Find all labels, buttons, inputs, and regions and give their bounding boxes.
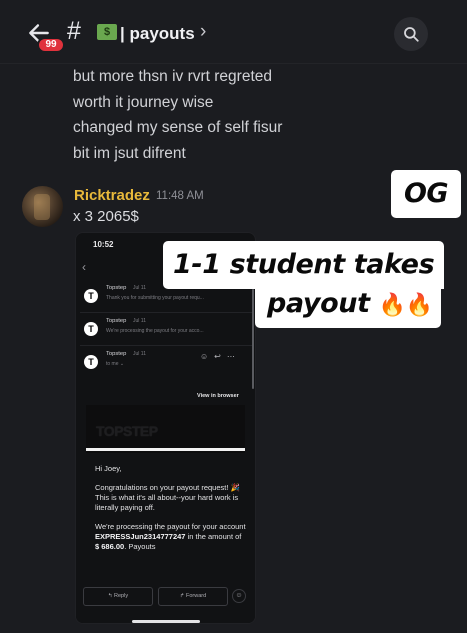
email-snippet: to me ⌄	[106, 361, 125, 367]
email-snippet: Thank you for submitting your payout req…	[106, 295, 204, 301]
fire-emoji-icon: 🔥🔥	[378, 293, 433, 318]
emoji-icon: ☺	[232, 589, 246, 603]
payout-amount: $ 686.00	[95, 541, 125, 551]
email-banner: TOPSTEP	[86, 405, 245, 453]
reply-button: ↰ Reply	[83, 587, 153, 606]
caption-line-2: payout 🔥🔥	[255, 283, 441, 328]
message-line: but more thsn iv rvrt regreted	[73, 68, 272, 85]
caption-line-1: 1-1 student takes	[163, 241, 445, 289]
message-line: changed my sense of self fisur	[73, 119, 283, 137]
reply-icon: ↰	[107, 593, 113, 599]
email-row: T Topstep Jul 11 to me ⌄ ☺↩⋯	[80, 349, 252, 379]
topstep-logo-icon: T	[84, 322, 98, 336]
email-text: We're processing the payout for your acc…	[95, 522, 246, 532]
unread-badge: 99	[37, 37, 65, 53]
phone-back-icon: ‹	[82, 260, 86, 274]
forward-button: ↱ Forward	[158, 587, 228, 606]
email-row: T Topstep Jul 11 We're processing the pa…	[80, 316, 252, 346]
email-sender: Topstep	[106, 285, 127, 291]
view-in-browser-link: View in browser	[197, 393, 239, 399]
avatar[interactable]	[22, 186, 63, 227]
header-divider	[0, 63, 467, 64]
previous-message-lines: but more thsn iv rvrt regreted worth it …	[73, 68, 282, 171]
email-body: Hi Joey, Congratulations on your payout …	[95, 464, 247, 561]
channel-header: 99 # $ | payouts ›	[0, 0, 467, 64]
message-text: x 3 2065$	[73, 208, 139, 225]
channel-name[interactable]: | payouts	[120, 24, 195, 44]
account-id: EXPRESSJun2314777247	[95, 531, 186, 541]
email-actions-icons: ☺↩⋯	[200, 352, 241, 361]
email-paragraph: Congratulations on your payout request! …	[95, 483, 240, 512]
username[interactable]: Ricktradez	[74, 187, 150, 204]
forward-icon: ↱	[179, 593, 185, 599]
email-greeting: Hi Joey,	[95, 464, 122, 473]
forward-label: Forward	[185, 593, 207, 599]
email-date: Jul 11	[133, 351, 146, 357]
image-attachment[interactable]: 10:52 ‹ T Topstep Jul 11 Thank you for s…	[75, 232, 256, 624]
caption-text: payout	[267, 288, 370, 319]
search-icon[interactable]	[394, 17, 428, 51]
topstep-logo-icon: T	[84, 289, 98, 303]
email-snippet: We're processing the payout for your acc…	[106, 328, 204, 334]
divider	[80, 345, 252, 346]
email-sender: Topstep	[106, 351, 127, 357]
message-timestamp: 11:48 AM	[156, 190, 204, 202]
email-paragraph: We're processing the payout for your acc…	[95, 522, 247, 551]
home-indicator	[132, 620, 200, 623]
og-label: OG	[391, 170, 461, 218]
chevron-right-icon[interactable]: ›	[200, 21, 206, 43]
email-action-bar: ↰ Reply ↱ Forward ☺	[76, 583, 255, 623]
channel-hash-icon: #	[67, 17, 81, 45]
message-line: worth it journey wise	[73, 93, 214, 111]
topstep-logo-icon: T	[84, 355, 98, 369]
reply-label: Reply	[114, 593, 129, 599]
message-line: bit im jsut difrent	[73, 145, 186, 163]
email-date: Jul 11	[133, 285, 146, 291]
email-sender: Topstep	[106, 318, 127, 324]
phone-status-time: 10:52	[93, 240, 114, 249]
banner-underline	[86, 448, 245, 451]
money-emoji-icon: $	[97, 24, 117, 40]
email-date: Jul 11	[133, 318, 146, 324]
divider	[80, 312, 252, 313]
email-text: . Payouts	[124, 541, 156, 551]
phone-scrollbar	[252, 289, 254, 389]
email-text: in the amount of	[187, 531, 242, 541]
topstep-banner-logo: TOPSTEP	[96, 423, 158, 439]
